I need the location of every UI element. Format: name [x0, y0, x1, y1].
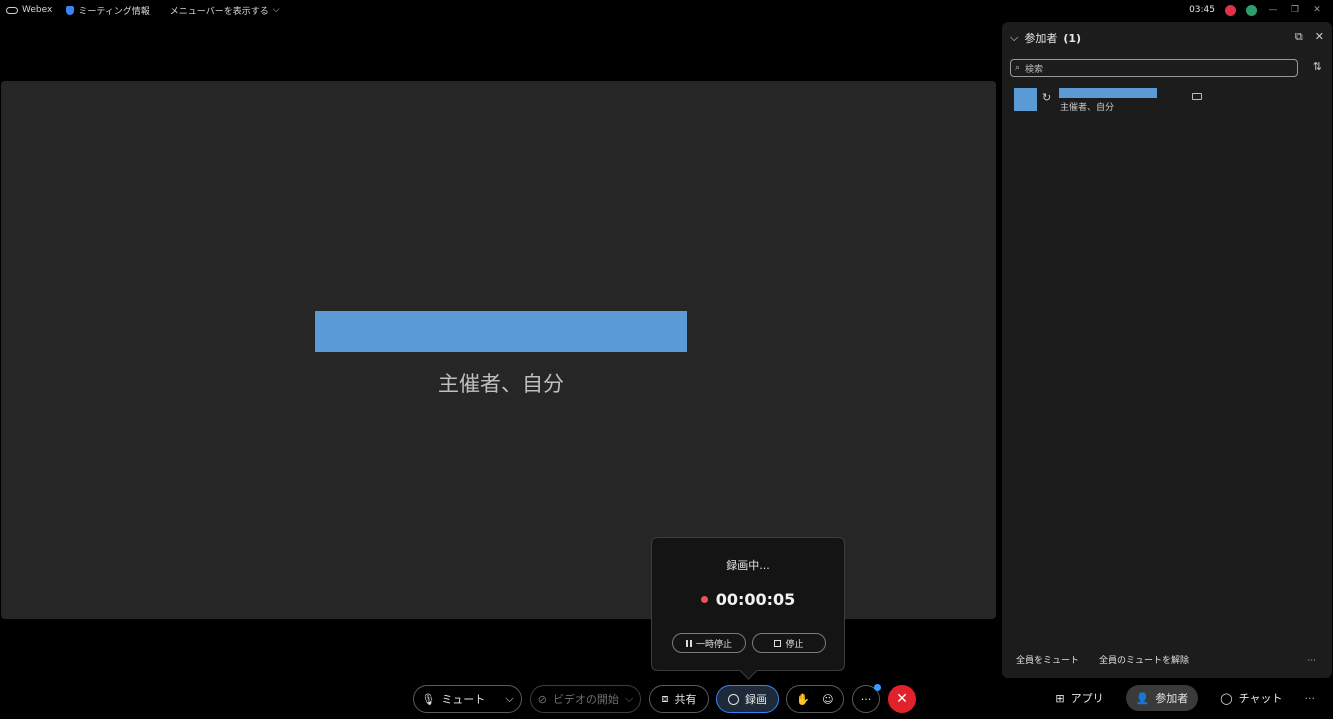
participant-name-redacted [315, 311, 687, 352]
unmute-all-button[interactable]: 全員のミュートを解除 [1099, 653, 1189, 666]
app-brand: Webex [6, 5, 52, 15]
participant-count: (1) [1063, 31, 1082, 45]
search-icon: ⌕ [1015, 63, 1021, 73]
more-label: ··· [860, 692, 872, 706]
participant-role: 主催者、自分 [1060, 103, 1115, 113]
restore-icon[interactable]: ❐ [1289, 5, 1301, 15]
recording-popover: 録画中... 00:00:05 一時停止 停止 [651, 537, 845, 671]
mute-label: ミュート [441, 693, 486, 706]
participant-search-input[interactable]: ⌕ 検索 [1010, 59, 1298, 77]
reactions-group: ✋ ☺ [786, 685, 844, 713]
recording-time: 00:00:05 [715, 590, 796, 609]
avatar [1014, 88, 1037, 111]
sort-icon[interactable]: ⇅ [1313, 60, 1322, 73]
clock: 03:45 [1189, 5, 1215, 15]
mute-button[interactable]: 🎙 ミュート ⌵ [413, 685, 522, 713]
chevron-down-icon[interactable]: ⌵ [505, 692, 513, 706]
tab-participants[interactable]: 👤 参加者 [1125, 685, 1199, 711]
title-bar: Webex ミーティング情報 メニューバーを表示する ⌵ [0, 0, 1333, 20]
share-button[interactable]: ⧈ 共有 [649, 685, 709, 713]
panel-tabs: ⊞ アプリ 👤 参加者 ◯ チャット ··· [1045, 685, 1315, 711]
panel-footer: 全員をミュート 全員のミュートを解除 [1016, 653, 1189, 666]
chat-icon: ◯ [1220, 691, 1233, 705]
share-screen-icon: ⧈ [661, 692, 669, 705]
person-icon: 👤 [1135, 691, 1150, 705]
participants-label: 参加者 [1155, 692, 1189, 705]
apps-label: アプリ [1070, 692, 1104, 705]
notification-badge [874, 684, 881, 691]
participant-name-redacted [1059, 88, 1157, 98]
sync-icon: ↻ [1042, 91, 1052, 104]
stop-label: 停止 [785, 639, 804, 650]
shield-icon [66, 5, 75, 15]
app-name: Webex [22, 5, 53, 15]
participant-list-item[interactable]: ↻ 主催者、自分 [1014, 88, 1324, 113]
tab-apps[interactable]: ⊞ アプリ [1045, 685, 1113, 711]
webex-logo-icon [6, 6, 18, 14]
menu-bar-toggle[interactable]: メニューバーを表示する ⌵ [170, 4, 280, 17]
panel-more-button[interactable]: ··· [1307, 656, 1316, 666]
tab-chat[interactable]: ◯ チャット [1210, 685, 1292, 711]
panel-title: 参加者 [1024, 32, 1058, 45]
captions-icon [1192, 93, 1202, 100]
leave-meeting-button[interactable]: ✕ [888, 685, 916, 713]
network-quality-icon[interactable] [1246, 4, 1257, 16]
participants-panel: ⌵ 参加者 (1) ⧉ ✕ ⌕ 検索 ⇅ ↻ 主催者、自分 全員をミュート 全員… [1002, 22, 1332, 678]
emoji-reaction-icon[interactable]: ☺ [822, 693, 833, 706]
close-panel-icon[interactable]: ✕ [1315, 30, 1324, 44]
meeting-info-label: ミーティング情報 [78, 6, 150, 17]
recording-controls: 一時停止 停止 [672, 633, 826, 653]
chevron-down-icon: ⌵ [272, 5, 280, 15]
pop-out-icon[interactable]: ⧉ [1295, 30, 1303, 44]
pause-icon [685, 639, 692, 647]
minimize-icon[interactable]: — [1267, 5, 1279, 15]
menu-bar-toggle-label: メニューバーを表示する [169, 6, 269, 17]
pause-label: 一時停止 [695, 639, 732, 650]
record-button[interactable]: 録画 [716, 685, 779, 713]
chevron-down-icon[interactable]: ⌵ [1010, 31, 1018, 45]
tabs-more-button[interactable]: ··· [1305, 692, 1316, 705]
title-bar-right: 03:45 — ❐ ✕ [1189, 0, 1323, 20]
video-stage: 主催者、自分 [1, 81, 996, 619]
microphone-icon: 🎙 [421, 692, 436, 706]
stop-icon [774, 639, 782, 647]
share-label: 共有 [674, 693, 697, 706]
search-placeholder: 検索 [1025, 64, 1044, 75]
apps-icon: ⊞ [1055, 691, 1065, 705]
meeting-info-button[interactable]: ミーティング情報 [66, 4, 150, 17]
mute-all-button[interactable]: 全員をミュート [1016, 653, 1079, 666]
record-dot-icon [700, 596, 708, 603]
recording-status: 録画中... [726, 559, 770, 572]
start-video-button[interactable]: ⊘ ビデオの開始 ⌵ [530, 685, 641, 713]
recording-indicator-icon [1225, 4, 1236, 16]
raise-hand-icon[interactable]: ✋ [796, 693, 810, 706]
recording-timer: 00:00:05 [652, 590, 844, 609]
panel-actions: ⧉ ✕ [1295, 30, 1324, 44]
chat-label: チャット [1238, 692, 1283, 705]
pause-recording-button[interactable]: 一時停止 [672, 633, 746, 653]
close-window-icon[interactable]: ✕ [1311, 5, 1323, 15]
record-icon [728, 693, 739, 705]
meeting-controls: 🎙 ミュート ⌵ ⊘ ビデオの開始 ⌵ ⧈ 共有 録画 ✋ ☺ ··· ✕ ⊞ … [0, 684, 1333, 713]
video-off-icon: ⊘ [537, 692, 547, 706]
more-options-button[interactable]: ··· [852, 684, 881, 713]
chevron-down-icon[interactable]: ⌵ [625, 692, 633, 706]
stop-recording-button[interactable]: 停止 [752, 633, 826, 653]
record-label: 録画 [745, 693, 767, 706]
participant-role-label: 主催者、自分 [438, 372, 564, 396]
video-label: ビデオの開始 [552, 693, 619, 706]
panel-header[interactable]: ⌵ 参加者 (1) [1010, 30, 1081, 46]
